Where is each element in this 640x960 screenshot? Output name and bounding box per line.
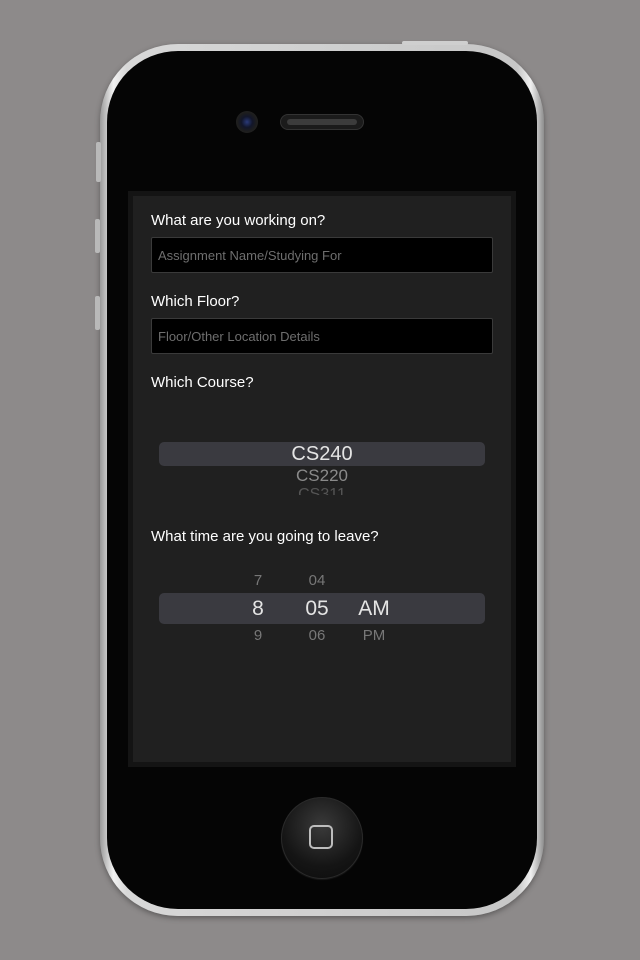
time-label: What time are you going to leave? (151, 528, 379, 545)
minute-option[interactable]: 04 (297, 572, 337, 589)
hour-option[interactable]: 7 (243, 572, 273, 589)
floor-label: Which Floor? (151, 293, 240, 310)
speaker-icon (280, 114, 364, 130)
course-option-selected[interactable]: CS240 (159, 443, 485, 465)
floor-field-container (151, 318, 493, 354)
floor-input[interactable] (152, 319, 492, 353)
volume-down-button[interactable] (95, 296, 100, 330)
camera-icon (236, 111, 258, 133)
assignment-input[interactable] (152, 238, 492, 272)
volume-up-button[interactable] (95, 219, 100, 253)
period-option[interactable]: PM (351, 627, 397, 644)
course-label: Which Course? (151, 374, 254, 391)
minute-option-selected[interactable]: 05 (297, 597, 337, 621)
home-square-icon (309, 825, 333, 849)
home-button[interactable] (281, 797, 363, 879)
assignment-field-container (151, 237, 493, 273)
course-option-clip: CS311 (159, 486, 485, 495)
course-option[interactable]: CS220 (159, 466, 485, 486)
period-option-selected[interactable]: AM (351, 597, 397, 621)
mute-switch[interactable] (96, 142, 101, 182)
hour-option-selected[interactable]: 8 (243, 597, 273, 621)
course-option[interactable]: CS311 (159, 486, 485, 495)
app-screen: What are you working on? Which Floor? Wh… (133, 196, 511, 762)
hour-option[interactable]: 9 (243, 627, 273, 644)
working-on-label: What are you working on? (151, 212, 326, 229)
power-button[interactable] (402, 41, 468, 45)
minute-option[interactable]: 06 (297, 627, 337, 644)
